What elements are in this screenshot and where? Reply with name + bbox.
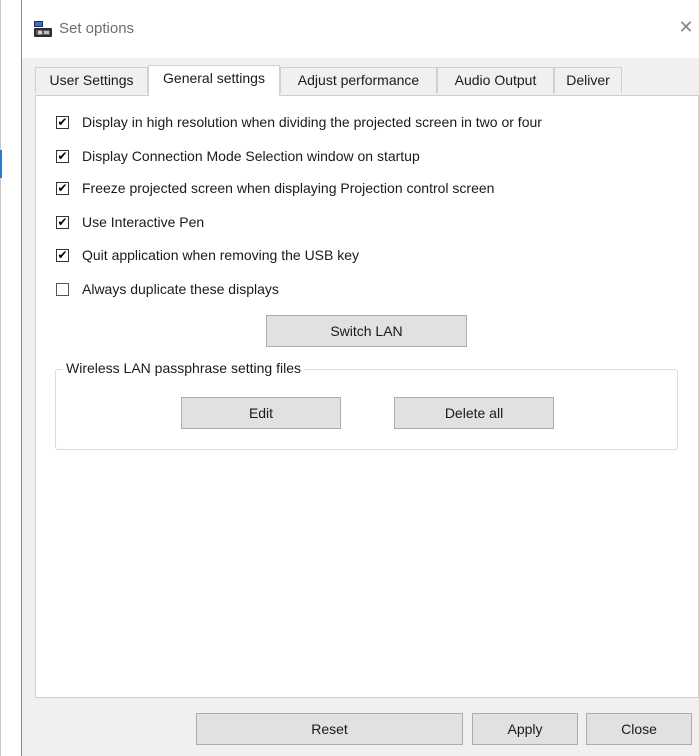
- delete-all-button[interactable]: Delete all: [394, 397, 554, 429]
- option-freeze-projected-screen[interactable]: ✔ Freeze projected screen when displayin…: [56, 178, 494, 198]
- dialog-title: Set options: [59, 20, 135, 37]
- background-window-edge: [0, 0, 1, 756]
- tab-label: Adjust performance: [297, 72, 420, 88]
- switch-lan-button[interactable]: Switch LAN: [266, 315, 467, 347]
- edit-button[interactable]: Edit: [181, 397, 341, 429]
- option-label: Display in high resolution when dividing…: [82, 114, 542, 130]
- option-label: Quit application when removing the USB k…: [82, 247, 360, 263]
- option-high-resolution[interactable]: ✔ Display in high resolution when dividi…: [56, 112, 542, 132]
- checkbox[interactable]: ✔: [56, 215, 69, 229]
- checkbox[interactable]: ✔: [56, 181, 69, 195]
- title-bar: Set options ✕: [22, 0, 699, 58]
- option-label: Display Connection Mode Selection window…: [82, 148, 420, 164]
- option-always-duplicate-displays[interactable]: Always duplicate these displays: [56, 279, 279, 299]
- close-icon-glyph: ✕: [678, 16, 694, 37]
- checkbox[interactable]: [56, 282, 69, 296]
- tab-label: User Settings: [49, 72, 134, 88]
- reset-button[interactable]: Reset: [196, 713, 463, 745]
- apply-button[interactable]: Apply: [472, 713, 578, 745]
- option-label: Always duplicate these displays: [82, 281, 279, 297]
- tab-adjust-performance[interactable]: Adjust performance: [280, 67, 437, 93]
- wireless-lan-group: Wireless LAN passphrase setting files Ed…: [55, 360, 678, 450]
- projector-app-icon: [34, 21, 52, 37]
- wireless-lan-group-legend: Wireless LAN passphrase setting files: [63, 360, 304, 376]
- checkmark-icon: ✔: [57, 215, 68, 229]
- tab-deliver[interactable]: Deliver: [554, 67, 622, 93]
- checkbox[interactable]: ✔: [56, 115, 69, 129]
- checkmark-icon: ✔: [57, 181, 68, 195]
- set-options-dialog: Set options ✕ User Settings General sett…: [21, 0, 699, 756]
- option-connection-mode-window[interactable]: ✔ Display Connection Mode Selection wind…: [56, 146, 420, 166]
- tab-label: Deliver: [566, 72, 610, 88]
- checkbox[interactable]: ✔: [56, 248, 69, 262]
- checkmark-icon: ✔: [57, 115, 68, 129]
- close-icon[interactable]: ✕: [672, 13, 699, 41]
- tab-label: General settings: [163, 70, 265, 86]
- close-button[interactable]: Close: [586, 713, 692, 745]
- tab-audio-output[interactable]: Audio Output: [437, 67, 554, 93]
- background-window-accent: [0, 150, 2, 178]
- tab-user-settings[interactable]: User Settings: [35, 67, 148, 93]
- option-quit-on-usb-removal[interactable]: ✔ Quit application when removing the USB…: [56, 245, 359, 265]
- general-settings-panel: ✔ Display in high resolution when dividi…: [35, 95, 699, 698]
- checkmark-icon: ✔: [57, 248, 68, 262]
- tab-general-settings[interactable]: General settings: [148, 65, 280, 96]
- checkbox[interactable]: ✔: [56, 149, 69, 163]
- tab-label: Audio Output: [454, 72, 537, 88]
- option-interactive-pen[interactable]: ✔ Use Interactive Pen: [56, 212, 204, 232]
- option-label: Freeze projected screen when displaying …: [82, 180, 495, 196]
- option-label: Use Interactive Pen: [82, 214, 205, 230]
- checkmark-icon: ✔: [57, 149, 68, 163]
